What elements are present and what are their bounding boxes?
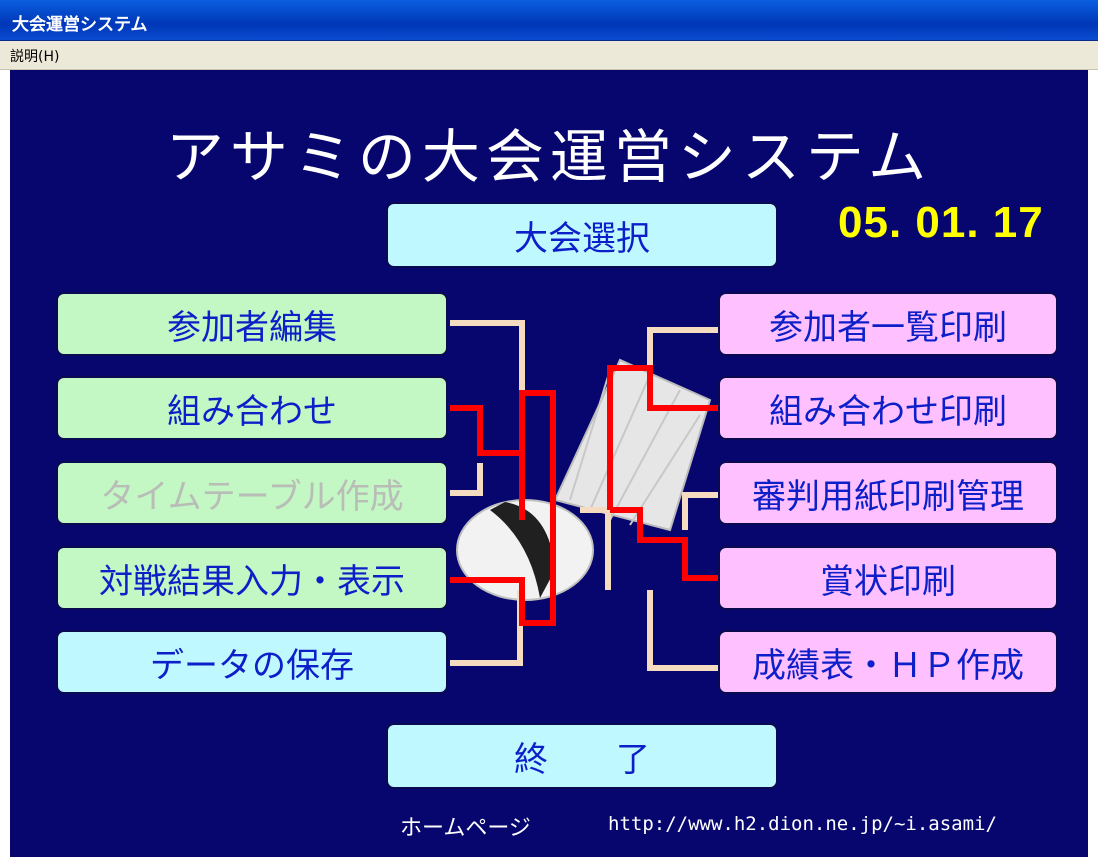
- matchup-print-button[interactable]: 組み合わせ印刷: [718, 376, 1058, 440]
- exit-button[interactable]: 終 了: [386, 723, 778, 789]
- date-display: 05. 01. 17: [838, 198, 1044, 247]
- matchup-button[interactable]: 組み合わせ: [56, 376, 448, 440]
- save-data-button[interactable]: データの保存: [56, 630, 448, 694]
- participant-print-button[interactable]: 参加者一覧印刷: [718, 292, 1058, 356]
- main-panel: アサミの大会運営システム 大会選択 05. 01. 17 参加者編集 組み合わせ…: [10, 70, 1088, 857]
- app-window: 大会運営システム 説明(H) アサミの大会運営システム 大会選択 05. 01.…: [0, 0, 1098, 857]
- window-title: 大会運営システム: [12, 15, 148, 35]
- app-title: アサミの大会運営システム: [165, 123, 933, 191]
- award-print-button[interactable]: 賞状印刷: [718, 546, 1058, 610]
- result-input-button[interactable]: 対戦結果入力・表示: [56, 546, 448, 610]
- referee-sheet-button[interactable]: 審判用紙印刷管理: [718, 461, 1058, 525]
- shuttlecock-image: [456, 358, 712, 601]
- title-bar[interactable]: 大会運営システム: [0, 0, 1098, 41]
- homepage-label: ホームページ: [400, 816, 531, 841]
- timetable-button[interactable]: タイムテーブル作成: [56, 461, 448, 525]
- grade-hp-button[interactable]: 成績表・ＨＰ作成: [718, 630, 1058, 694]
- homepage-url[interactable]: http://www.h2.dion.ne.jp/~i.asami/: [608, 813, 997, 835]
- participant-edit-button[interactable]: 参加者編集: [56, 292, 448, 356]
- menu-help[interactable]: 説明(H): [10, 46, 59, 66]
- tournament-select-button[interactable]: 大会選択: [386, 202, 778, 268]
- menu-bar: 説明(H): [0, 41, 1098, 70]
